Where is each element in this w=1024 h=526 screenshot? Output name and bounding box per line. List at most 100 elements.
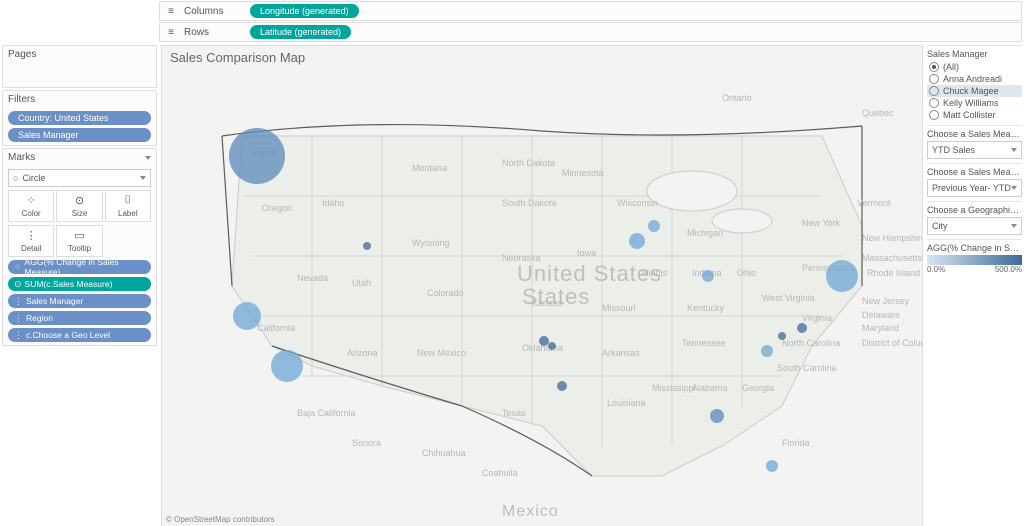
label-icon: ⌷ (125, 194, 132, 207)
svg-text:Colorado: Colorado (427, 288, 464, 298)
dropdown-geo-level[interactable]: City (927, 217, 1022, 235)
svg-text:Idaho: Idaho (322, 198, 345, 208)
svg-text:Tennessee: Tennessee (682, 338, 726, 348)
svg-text:California: California (257, 323, 295, 333)
radio-icon (929, 86, 939, 96)
bubble-fl[interactable] (766, 460, 778, 472)
radio-icon (929, 110, 939, 120)
rows-label: Rows (184, 27, 244, 38)
pill-longitude[interactable]: Longitude (generated) (250, 4, 359, 18)
svg-text:District of Columbia: District of Columbia (862, 338, 922, 348)
bubble-seattle[interactable] (229, 128, 285, 184)
svg-text:Alabama: Alabama (692, 383, 728, 393)
chevron-down-icon (1011, 148, 1017, 152)
bubble-va[interactable] (778, 332, 786, 340)
marks-tooltip-button[interactable]: ▭Tooltip (56, 225, 102, 257)
radio-icon (929, 74, 939, 84)
pages-title: Pages (8, 49, 36, 60)
bubble-nc[interactable] (761, 345, 773, 357)
bubble-atl[interactable] (710, 409, 724, 423)
svg-text:South Carolina: South Carolina (777, 363, 837, 373)
svg-text:Kentucky: Kentucky (687, 303, 725, 313)
mark-type-dropdown[interactable]: ○Circle (8, 169, 151, 187)
mark-pill-region[interactable]: ⋮Region (8, 311, 151, 325)
bubble-la[interactable] (271, 350, 303, 382)
dropdown-compare-measure[interactable]: Previous Year- YTD (927, 179, 1022, 197)
circle-icon: ○ (13, 173, 18, 183)
mark-pill-agg[interactable]: ⁘AGG(% Change in Sales Measure) (8, 260, 151, 274)
filter-manager[interactable]: Sales Manager (8, 128, 151, 142)
radio-chuck[interactable]: Chuck Magee (927, 85, 1022, 97)
marks-label-button[interactable]: ⌷Label (105, 190, 151, 222)
svg-text:Texas: Texas (502, 408, 526, 418)
marks-card: Marks ○Circle ⁘Color ⊙Size ⌷Label ⋮Detai… (2, 148, 157, 346)
tooltip-icon: ▭ (74, 229, 84, 242)
rows-shelf[interactable]: ≡ Rows Latitude (generated) (159, 22, 1022, 42)
columns-icon: ≡ (164, 6, 178, 17)
svg-text:Montana: Montana (412, 163, 447, 173)
bubble-okc[interactable] (539, 336, 549, 346)
svg-text:Ohio: Ohio (737, 268, 756, 278)
svg-text:West Virginia: West Virginia (762, 293, 815, 303)
pages-card: Pages (2, 45, 157, 88)
svg-text:New Mexico: New Mexico (417, 348, 466, 358)
dropdown-sales-measure[interactable]: YTD Sales (927, 141, 1022, 159)
svg-text:Chihuahua: Chihuahua (422, 448, 466, 458)
svg-text:Illinois: Illinois (642, 268, 668, 278)
bubble-nyc[interactable] (826, 260, 858, 292)
radio-icon (929, 98, 939, 108)
bubble-dc[interactable] (797, 323, 807, 333)
svg-text:Rhode Island: Rhode Island (867, 268, 920, 278)
svg-text:Wisconsin: Wisconsin (617, 198, 658, 208)
svg-text:Maryland: Maryland (862, 323, 899, 333)
bubble-ok2[interactable] (548, 342, 556, 350)
columns-label: Columns (184, 6, 244, 17)
detail-icon: ⋮ (14, 296, 23, 307)
svg-text:Sonora: Sonora (352, 438, 381, 448)
map-viz[interactable]: Sales Comparison Map Un (161, 45, 923, 526)
bubble-slc[interactable] (363, 242, 371, 250)
bubble-indy[interactable] (702, 270, 714, 282)
pill-latitude[interactable]: Latitude (generated) (250, 25, 351, 39)
radio-icon (929, 62, 939, 72)
filter-country[interactable]: Country: United States (8, 111, 151, 125)
marks-color-button[interactable]: ⁘Color (8, 190, 54, 222)
marks-size-button[interactable]: ⊙Size (56, 190, 102, 222)
color-legend: AGG(% Change in Sale... 0.0%500.0% (927, 239, 1022, 274)
svg-text:Florida: Florida (782, 438, 810, 448)
svg-text:Delaware: Delaware (862, 310, 900, 320)
map-canvas[interactable]: United States States Mexico Ontario Queb… (162, 46, 922, 526)
chevron-down-icon[interactable] (145, 156, 151, 160)
svg-text:Iowa: Iowa (577, 248, 596, 258)
bubble-dallas[interactable] (557, 381, 567, 391)
svg-text:Mississippi: Mississippi (652, 383, 696, 393)
svg-text:Baja California: Baja California (297, 408, 356, 418)
svg-text:Coahuila: Coahuila (482, 468, 518, 478)
color-icon: ⁘ (27, 194, 36, 207)
bubble-mil[interactable] (648, 220, 660, 232)
radio-matt[interactable]: Matt Collister (927, 109, 1022, 121)
mark-pill-geo[interactable]: ⋮c.Choose a Geo Level (8, 328, 151, 342)
map-attribution: © OpenStreetMap contributors (166, 515, 275, 524)
svg-text:Nevada: Nevada (297, 273, 328, 283)
svg-text:Kansas: Kansas (532, 298, 563, 308)
mark-pill-mgr[interactable]: ⋮Sales Manager (8, 294, 151, 308)
radio-kelly[interactable]: Kelly Williams (927, 97, 1022, 109)
radio-anna[interactable]: Anna Andreadi (927, 73, 1022, 85)
svg-text:North Carolina: North Carolina (782, 338, 840, 348)
svg-text:Minnesota: Minnesota (562, 168, 604, 178)
size-icon: ⊙ (14, 279, 22, 290)
chevron-down-icon (1011, 224, 1017, 228)
bubble-sf[interactable] (233, 302, 261, 330)
filters-title: Filters (8, 94, 35, 105)
svg-text:Utah: Utah (352, 278, 371, 288)
columns-shelf[interactable]: ≡ Columns Longitude (generated) (159, 1, 1022, 21)
bubble-chicago[interactable] (629, 233, 645, 249)
mark-pill-sum[interactable]: ⊙SUM(c.Sales Measure) (8, 277, 151, 291)
detail-icon: ⋮ (14, 313, 23, 324)
radio-all[interactable]: (All) (927, 61, 1022, 73)
svg-text:Quebec: Quebec (862, 108, 894, 118)
filters-card: Filters Country: United States Sales Man… (2, 90, 157, 146)
marks-detail-button[interactable]: ⋮Detail (8, 225, 54, 257)
svg-text:Mexico: Mexico (502, 503, 559, 520)
